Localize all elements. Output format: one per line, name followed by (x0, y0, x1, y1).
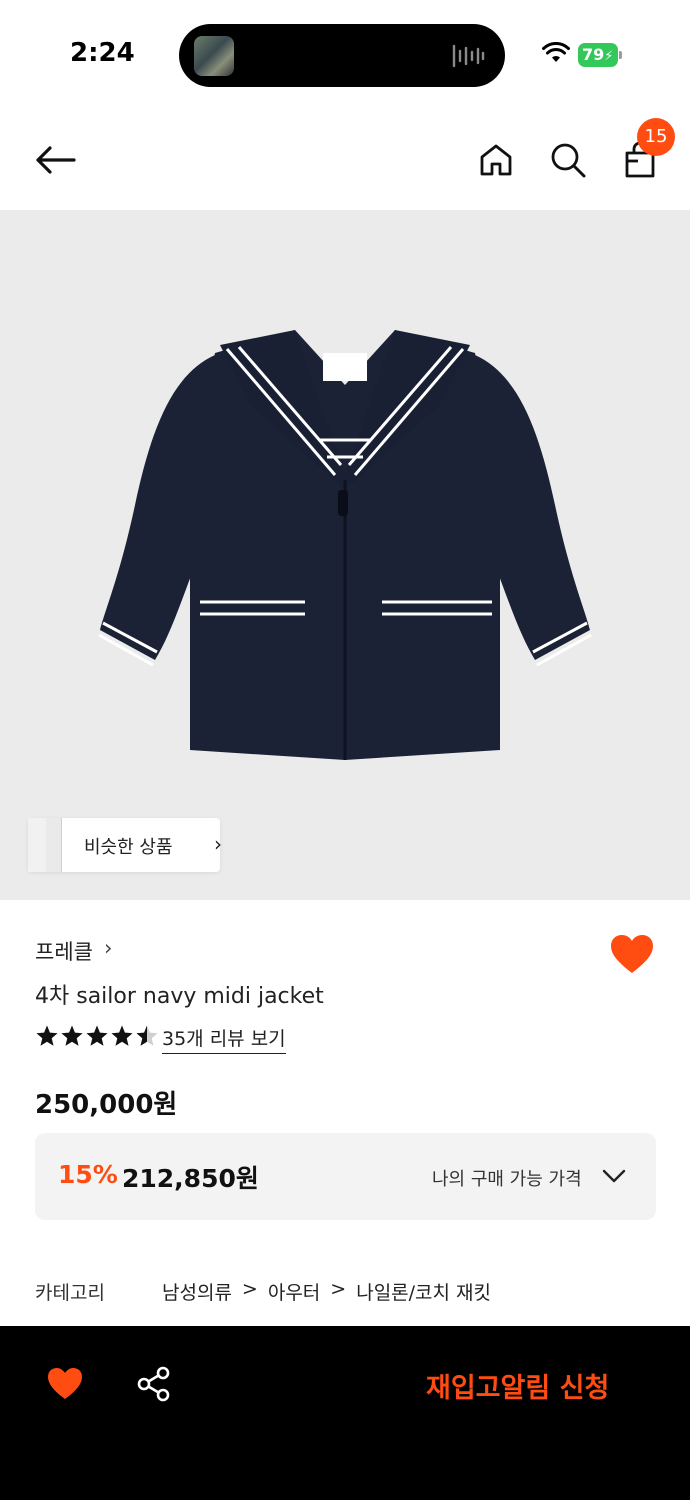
restock-alert-button[interactable]: 재입고알림 신청 (426, 1366, 609, 1405)
star-icon (111, 1025, 133, 1046)
category-crumb[interactable]: 남성의류 (162, 1278, 232, 1305)
search-icon (551, 143, 586, 178)
original-price: 250,000원 (35, 1090, 178, 1120)
audio-waveform-icon (452, 44, 485, 68)
thumb-card (46, 818, 62, 872)
chevron-right-icon: > (241, 1278, 258, 1300)
review-link[interactable]: 35개 리뷰 보기 (162, 1024, 286, 1054)
sailor-jacket-image (98, 330, 592, 760)
chevron-down-icon[interactable] (601, 1163, 627, 1189)
similar-products-label: 비슷한 상품 (84, 837, 173, 858)
brand-link[interactable]: 프레클 (35, 936, 93, 966)
product-image[interactable]: 비슷한 상품 › (0, 210, 690, 900)
battery-percent: 79 (582, 45, 605, 64)
star-icon (36, 1025, 58, 1046)
category-crumb[interactable]: 나일론/코치 재킷 (356, 1278, 491, 1305)
chevron-right-icon: › (104, 936, 113, 960)
my-price-toggle[interactable]: 나의 구매 가능 가격 (432, 1165, 582, 1191)
product-detail-page: 2:24 79⚡ 15 비슷한 상품 › 프레클 › 4차 sailor nav… (0, 0, 690, 1500)
now-playing-artwork (194, 36, 234, 76)
heart-icon[interactable] (609, 933, 655, 975)
bottom-action-bar: 재입고알림 신청 (0, 1326, 690, 1500)
battery-level: 79⚡ (578, 43, 618, 67)
heart-icon[interactable] (46, 1366, 84, 1401)
dynamic-island[interactable] (179, 24, 505, 87)
status-bar: 2:24 79⚡ (0, 0, 690, 100)
category-breadcrumb: 남성의류 > 아우터 > 나일론/코치 재킷 (162, 1278, 491, 1305)
back-button[interactable] (33, 138, 77, 182)
status-time: 2:24 (70, 38, 135, 68)
star-icon (86, 1025, 108, 1046)
discount-price-box[interactable]: 15% 212,850원 나의 구매 가능 가격 (35, 1133, 656, 1220)
category-label: 카테고리 (35, 1282, 105, 1304)
chevron-right-icon: > (330, 1278, 347, 1300)
top-navigation: 15 (0, 110, 690, 210)
similar-products-button[interactable]: 비슷한 상품 › (28, 818, 222, 872)
discount-price: 212,850원 (122, 1164, 259, 1193)
battery-tip (619, 51, 622, 59)
rating-stars (35, 1024, 159, 1050)
charging-bolt-icon: ⚡ (604, 49, 614, 64)
product-title: 4차 sailor navy midi jacket (35, 984, 324, 1009)
discount-rate: 15% (58, 1160, 118, 1189)
home-icon (480, 144, 512, 176)
share-icon[interactable] (137, 1366, 171, 1402)
chevron-right-icon: › (214, 832, 222, 856)
battery-indicator: 79⚡ (578, 43, 622, 67)
home-button[interactable] (474, 138, 518, 182)
search-button[interactable] (546, 138, 590, 182)
cart-count-badge: 15 (637, 118, 675, 156)
arrow-left-icon (36, 146, 76, 174)
star-icon (61, 1025, 83, 1046)
wifi-icon (542, 42, 570, 62)
star-icon (136, 1025, 158, 1046)
category-crumb[interactable]: 아우터 (268, 1278, 320, 1305)
similar-thumbnail-stack (28, 818, 64, 872)
